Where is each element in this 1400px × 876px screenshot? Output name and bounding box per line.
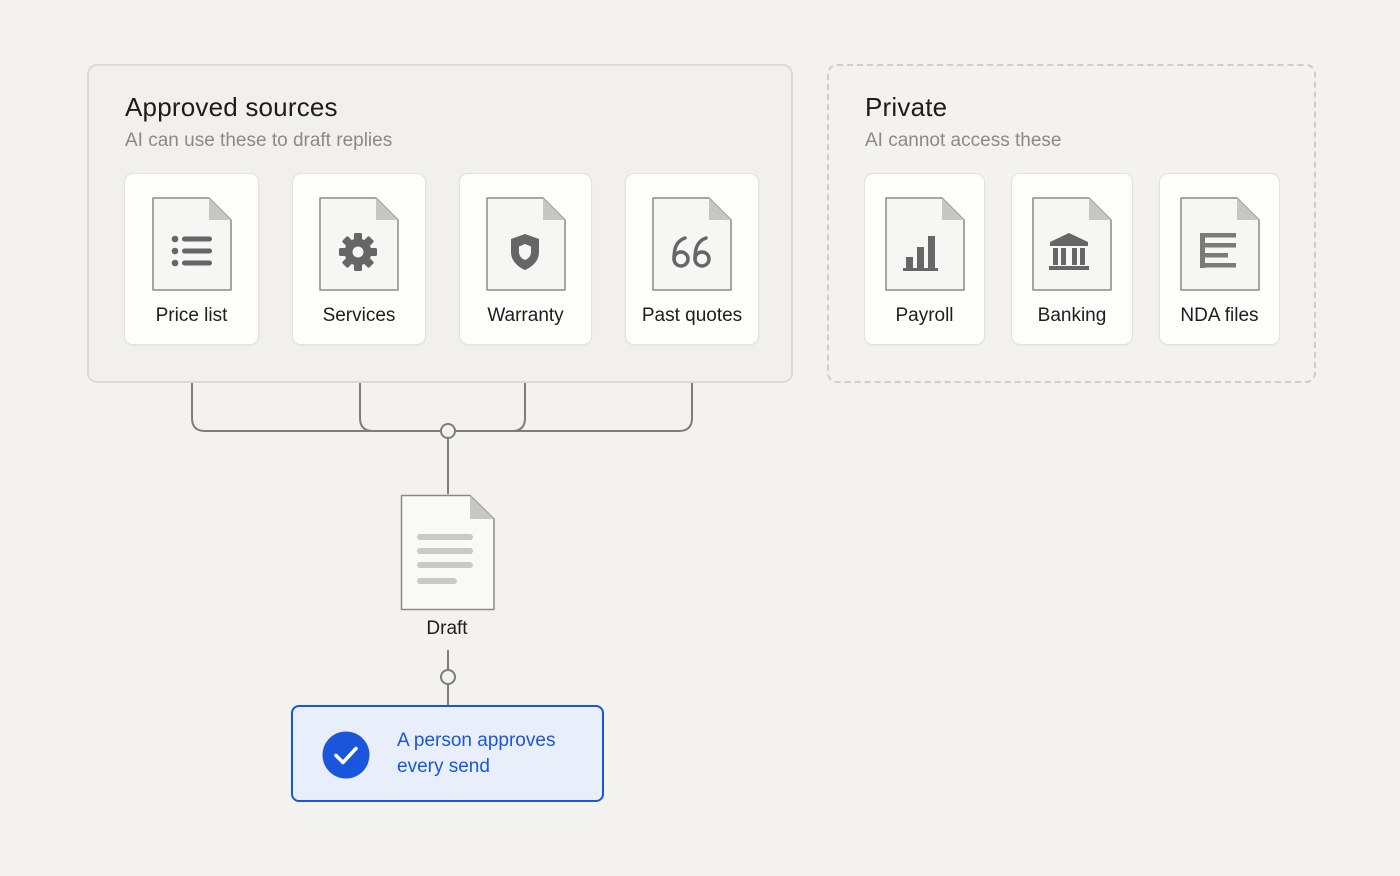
bank-icon (1032, 197, 1112, 291)
bar-chart-icon (884, 197, 965, 291)
source-card-services: Services (292, 173, 426, 345)
private-card-nda-files: NDA files (1159, 173, 1280, 345)
source-label-price-list: Price list (155, 305, 228, 326)
source-card-warranty: Warranty (459, 173, 592, 345)
private-label-payroll: Payroll (895, 305, 954, 326)
private-label-banking: Banking (1037, 305, 1107, 326)
junction-node (440, 423, 456, 439)
document-lines-icon (400, 494, 495, 611)
draft-label: Draft (426, 618, 468, 639)
private-label-nda-files: NDA files (1180, 305, 1259, 326)
private-card-banking: Banking (1011, 173, 1133, 345)
list-icon (151, 197, 232, 291)
checkmark-icon (322, 731, 370, 779)
approval-box: A person approves every send (291, 705, 604, 802)
source-label-warranty: Warranty (487, 305, 564, 326)
source-label-services: Services (322, 305, 396, 326)
private-title: Private (865, 92, 948, 122)
text-lines-icon (1179, 197, 1260, 291)
source-label-past-quotes: Past quotes (641, 305, 743, 326)
approval-node (440, 669, 456, 685)
gear-icon (319, 197, 399, 291)
approved-sources-title: Approved sources (125, 92, 338, 122)
quote-icon (652, 197, 732, 291)
approved-sources-subtitle: AI can use these to draft replies (125, 130, 393, 151)
private-subtitle: AI cannot access these (865, 130, 1062, 151)
approval-text: A person approves every send (397, 730, 556, 777)
shield-icon (485, 197, 566, 291)
private-card-payroll: Payroll (864, 173, 985, 345)
source-card-price-list: Price list (124, 173, 259, 345)
source-card-past-quotes: Past quotes (625, 173, 759, 345)
